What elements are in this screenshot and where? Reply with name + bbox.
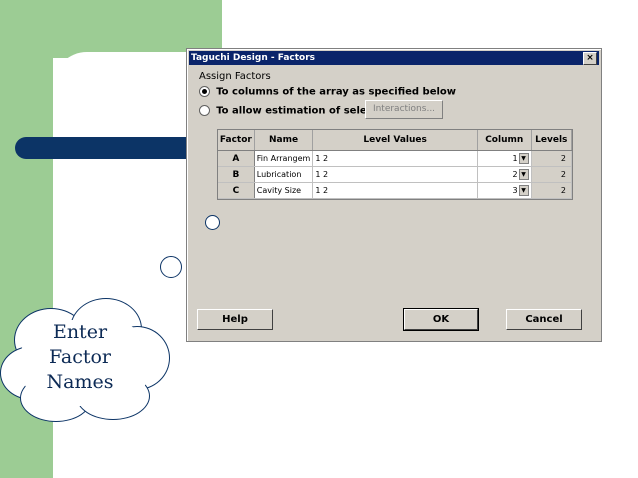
column-cell[interactable]: 2 ▼: [477, 166, 532, 183]
column-value: 3: [512, 186, 518, 195]
header-name: Name: [254, 130, 314, 151]
bubble-dot-medium: [160, 256, 182, 278]
header-level-values: Level Values: [312, 130, 478, 151]
header-column: Column: [477, 130, 532, 151]
name-cell[interactable]: Cavity Size: [254, 182, 314, 199]
chevron-down-icon[interactable]: ▼: [518, 153, 529, 164]
level-values-cell[interactable]: 1 2: [312, 150, 478, 167]
levels-cell: 2: [531, 166, 573, 183]
factor-cell: C: [218, 182, 255, 199]
header-levels: Levels: [531, 130, 573, 151]
chevron-down-icon[interactable]: ▼: [518, 169, 529, 180]
factors-grid: Factor Name Level Values Column Levels A…: [217, 129, 573, 200]
table-row: B Lubrication 1 2 2 ▼ 2: [218, 166, 573, 183]
cloud-line: Enter: [52, 321, 108, 343]
factor-cell: B: [218, 166, 255, 183]
column-value: 2: [512, 170, 518, 179]
radio-estimation-button[interactable]: [199, 105, 210, 116]
radio-columns-button[interactable]: [199, 86, 210, 97]
table-row: C Cavity Size 1 2 3 ▼ 2: [218, 182, 573, 199]
column-value: 1: [512, 154, 518, 163]
cloud-label: Enter Factor Names: [40, 320, 120, 395]
name-cell[interactable]: Lubrication: [254, 166, 314, 183]
table-row: A Fin Arrangem 1 2 1 ▼ 2: [218, 150, 573, 167]
bubble-dot-small: [205, 215, 220, 230]
interactions-button[interactable]: Interactions...: [365, 100, 443, 119]
levels-cell: 2: [531, 182, 573, 199]
dialog-title: Taguchi Design - Factors: [191, 53, 316, 63]
radio-columns-label: To columns of the array as specified bel…: [216, 86, 457, 98]
radio-columns-option[interactable]: To columns of the array as specified bel…: [199, 86, 456, 98]
assign-factors-label: Assign Factors: [199, 71, 271, 82]
header-factor: Factor: [218, 130, 255, 151]
cancel-button[interactable]: Cancel: [506, 309, 582, 330]
cloud-line: Factor: [48, 346, 112, 368]
column-cell[interactable]: 1 ▼: [477, 150, 532, 167]
name-cell[interactable]: Fin Arrangem: [254, 150, 314, 167]
column-cell[interactable]: 3 ▼: [477, 182, 532, 199]
help-button[interactable]: Help: [197, 309, 273, 330]
factor-cell: A: [218, 150, 255, 167]
slide-navy-bar: [15, 137, 210, 159]
radio-estimation-option[interactable]: To allow estimation of selected: [199, 105, 391, 117]
ok-button[interactable]: OK: [403, 308, 479, 331]
dialog-titlebar: Taguchi Design - Factors ×: [189, 51, 599, 65]
level-values-cell[interactable]: 1 2: [312, 166, 478, 183]
level-values-cell[interactable]: 1 2: [312, 182, 478, 199]
close-button[interactable]: ×: [583, 52, 597, 65]
taguchi-factors-dialog: Taguchi Design - Factors × Assign Factor…: [186, 48, 602, 342]
levels-cell: 2: [531, 150, 573, 167]
cloud-line: Names: [46, 371, 114, 393]
chevron-down-icon[interactable]: ▼: [518, 185, 529, 196]
